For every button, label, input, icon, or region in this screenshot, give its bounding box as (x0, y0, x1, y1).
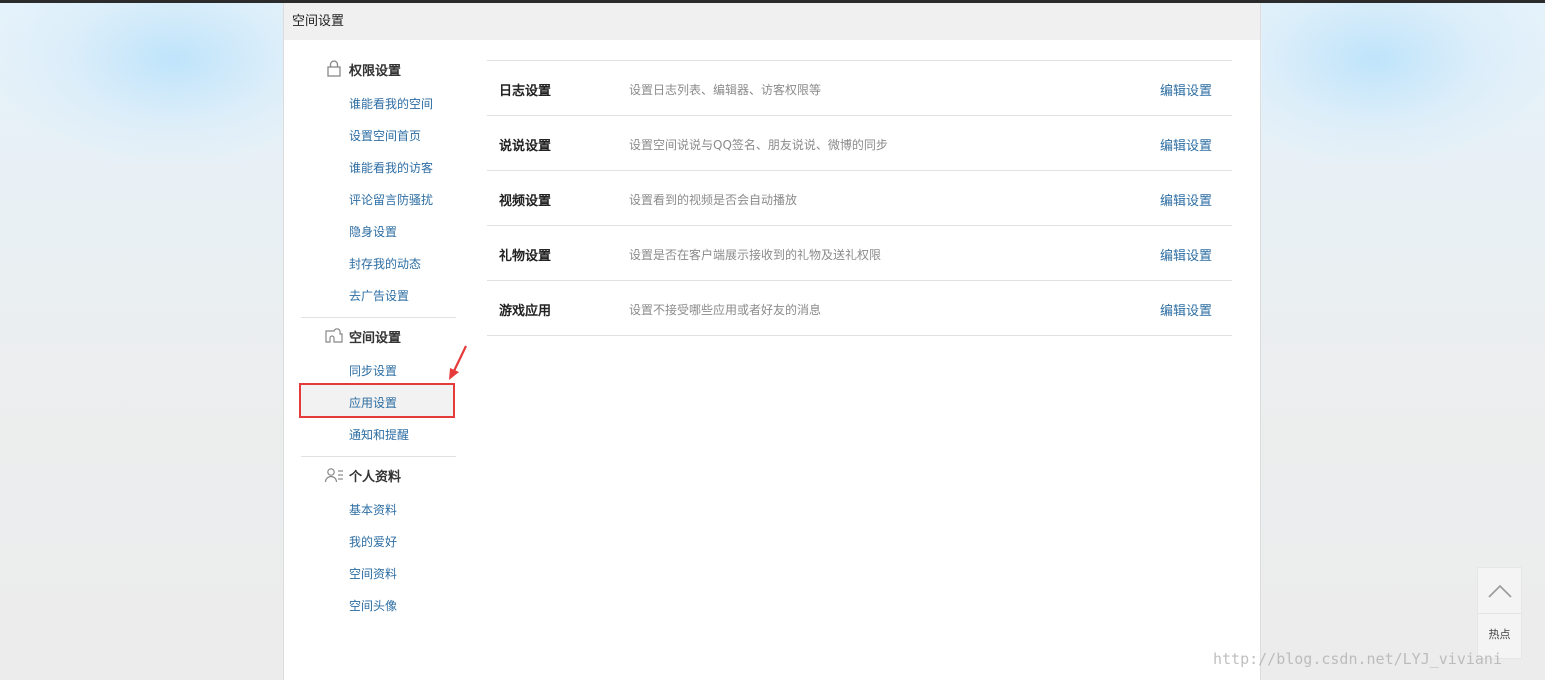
sidebar-item-app-settings[interactable]: 应用设置 (349, 394, 397, 411)
sidebar-item-space-avatar[interactable]: 空间头像 (349, 597, 397, 614)
sidebar-divider (301, 317, 456, 318)
back-to-top-button[interactable] (1478, 568, 1521, 614)
annotation-arrow-icon (449, 345, 467, 380)
settings-list: 日志设置 设置日志列表、编辑器、访客权限等 编辑设置 说说设置 设置空间说说与Q… (487, 60, 1232, 336)
sidebar-item-hobbies[interactable]: 我的爱好 (349, 533, 397, 550)
edit-settings-link[interactable]: 编辑设置 (1160, 300, 1212, 319)
row-description: 设置不接受哪些应用或者好友的消息 (629, 303, 822, 317)
edit-settings-link[interactable]: 编辑设置 (1160, 245, 1212, 264)
sidebar-item-invisible[interactable]: 隐身设置 (349, 223, 397, 240)
sidebar-item-who-can-view-visitors[interactable]: 谁能看我的访客 (349, 159, 433, 176)
row-description: 设置是否在客户端展示接收到的礼物及送礼权限 (629, 248, 882, 262)
row-title: 说说设置 (499, 139, 552, 154)
sidebar-item-archive-feeds[interactable]: 封存我的动态 (349, 255, 421, 272)
profile-icon (324, 466, 344, 484)
row-title: 礼物设置 (499, 249, 552, 264)
sidebar-item-space-info[interactable]: 空间资料 (349, 565, 397, 582)
row-title: 游戏应用 (499, 304, 552, 319)
sidebar-group-space: 空间设置 (324, 326, 401, 346)
sidebar-item-notifications[interactable]: 通知和提醒 (349, 426, 409, 443)
sidebar-group-profile: 个人资料 (324, 465, 401, 485)
sidebar-item-who-can-view-space[interactable]: 谁能看我的空间 (349, 95, 433, 112)
edit-settings-link[interactable]: 编辑设置 (1160, 135, 1212, 154)
background-glow-left (0, 3, 290, 163)
settings-row-video: 视频设置 设置看到的视频是否会自动播放 编辑设置 (487, 171, 1232, 226)
lock-icon (324, 60, 344, 78)
sidebar-group-title: 权限设置 (349, 63, 402, 79)
row-title: 日志设置 (499, 84, 552, 99)
puzzle-icon (324, 327, 344, 345)
chevron-up-icon (1487, 584, 1512, 598)
watermark: http://blog.csdn.net/LYJ_viviani (1213, 650, 1502, 668)
sidebar-item-sync[interactable]: 同步设置 (349, 362, 397, 379)
sidebar-group-title: 个人资料 (349, 469, 402, 485)
sidebar-item-anti-harassment[interactable]: 评论留言防骚扰 (349, 191, 433, 208)
settings-row-blog: 日志设置 设置日志列表、编辑器、访客权限等 编辑设置 (487, 61, 1232, 116)
sidebar-divider (301, 456, 456, 457)
sidebar-group-title: 空间设置 (349, 330, 402, 346)
page-title: 空间设置 (284, 3, 1260, 40)
settings-row-game-apps: 游戏应用 设置不接受哪些应用或者好友的消息 编辑设置 (487, 281, 1232, 336)
settings-panel: 空间设置 权限设置 谁能看我的空间 设置空间首页 谁能看我的访客 评论留言防骚扰… (283, 3, 1261, 680)
row-description: 设置看到的视频是否会自动播放 (629, 193, 798, 207)
sidebar-item-remove-ads[interactable]: 去广告设置 (349, 287, 409, 304)
edit-settings-link[interactable]: 编辑设置 (1160, 80, 1212, 99)
settings-row-shuoshuo: 说说设置 设置空间说说与QQ签名、朋友说说、微博的同步 编辑设置 (487, 116, 1232, 171)
sidebar-group-permissions: 权限设置 (324, 59, 401, 79)
sidebar-item-space-homepage[interactable]: 设置空间首页 (349, 127, 421, 144)
sidebar-item-basic-info[interactable]: 基本资料 (349, 501, 397, 518)
row-description: 设置空间说说与QQ签名、朋友说说、微博的同步 (629, 138, 888, 152)
hot-topics-button[interactable]: 热点 (1478, 626, 1521, 642)
edit-settings-link[interactable]: 编辑设置 (1160, 190, 1212, 209)
row-description: 设置日志列表、编辑器、访客权限等 (629, 83, 822, 97)
background-glow-right (1262, 3, 1545, 163)
floating-toolbar: 热点 (1477, 567, 1522, 659)
row-title: 视频设置 (499, 194, 552, 209)
settings-row-gift: 礼物设置 设置是否在客户端展示接收到的礼物及送礼权限 编辑设置 (487, 226, 1232, 281)
